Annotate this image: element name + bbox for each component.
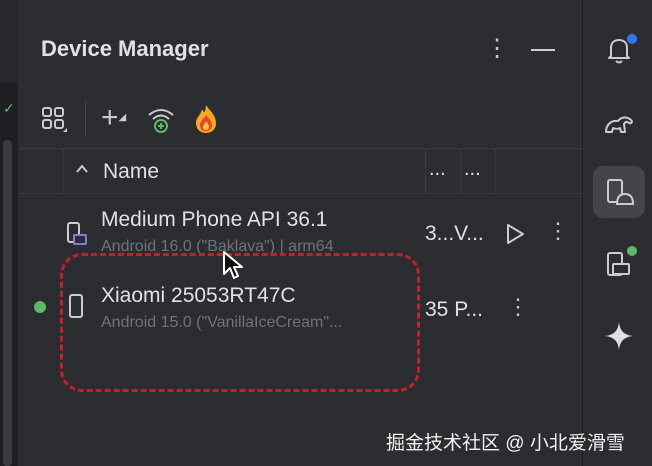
device-api-cell: 3...V... [425, 222, 484, 245]
column-header-type[interactable]: ... [464, 158, 481, 181]
ide-window: ✓ Device Manager ⋮ +◢ Name ... ... Mediu… [0, 0, 652, 466]
notifications-button[interactable] [593, 24, 645, 76]
editor-edge: ✓ [0, 0, 19, 466]
running-devices-button[interactable] [593, 238, 645, 290]
device-manager-panel: Device Manager ⋮ +◢ Name ... ... Medium … [19, 0, 582, 466]
watermark-text: 掘金技术社区 @ 小北爱滑雪 [386, 433, 625, 454]
editor-scrollbar[interactable] [3, 140, 12, 466]
editor-gutter [0, 0, 18, 82]
panel-options-icon[interactable]: ⋮ [485, 34, 509, 63]
panel-title: Device Manager [41, 36, 209, 61]
column-divider [63, 149, 64, 193]
device-actions-icon[interactable]: ⋮ [507, 294, 529, 320]
column-divider[interactable] [495, 149, 496, 193]
gradle-button[interactable] [593, 98, 645, 150]
device-actions-icon[interactable]: ⋮ [547, 218, 569, 244]
toolbar-separator [85, 102, 86, 136]
device-manager-button[interactable] [593, 166, 645, 218]
connected-status-icon [34, 301, 46, 313]
virtual-device-icon [67, 222, 87, 245]
minimize-icon[interactable] [531, 49, 555, 51]
start-device-icon[interactable] [503, 222, 527, 246]
device-manager-icon [607, 179, 635, 205]
check-icon: ✓ [3, 100, 15, 116]
gradle-icon [605, 116, 633, 133]
column-divider[interactable] [425, 149, 426, 193]
device-api-cell: 35 P... [425, 298, 483, 321]
column-header-api[interactable]: ... [429, 158, 446, 181]
gemini-icon [605, 322, 633, 350]
sort-ascending-icon[interactable] [75, 162, 89, 176]
table-header: Name ... ... [19, 149, 582, 194]
column-divider[interactable] [460, 149, 461, 193]
running-badge [627, 246, 637, 256]
tool-window-bar [582, 0, 652, 466]
wifi-pairing-icon[interactable] [146, 104, 176, 134]
mouse-cursor-icon [223, 251, 243, 279]
device-grid-icon[interactable] [41, 106, 67, 132]
notification-badge [627, 34, 637, 44]
column-header-name[interactable]: Name [103, 160, 159, 184]
device-name: Medium Phone API 36.1 [101, 208, 328, 231]
firebase-icon[interactable] [192, 103, 220, 135]
gemini-button[interactable] [593, 310, 645, 362]
add-icon[interactable]: +◢ [101, 103, 126, 133]
